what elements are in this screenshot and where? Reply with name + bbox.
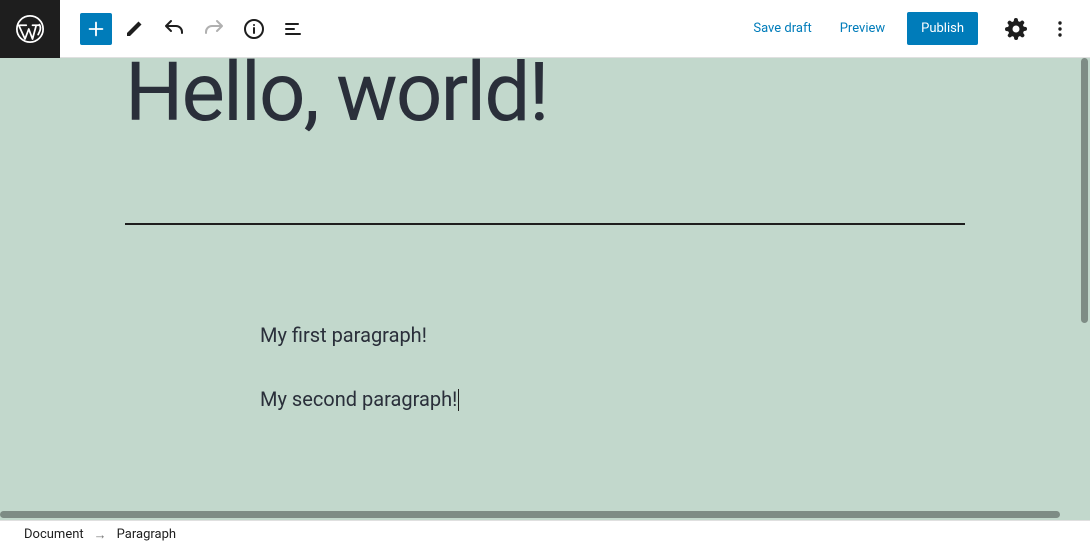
details-button[interactable]	[236, 11, 272, 47]
toolbar-right-group: Save draft Preview Publish	[743, 11, 1078, 47]
vertical-scrollbar[interactable]	[1081, 58, 1088, 520]
tools-button[interactable]	[116, 11, 152, 47]
undo-button[interactable]	[156, 11, 192, 47]
paragraph-text: My first paragraph!	[260, 323, 427, 347]
redo-icon	[202, 17, 226, 41]
vertical-scrollbar-thumb[interactable]	[1081, 58, 1088, 323]
settings-button[interactable]	[998, 11, 1034, 47]
block-breadcrumb: Document → Paragraph	[0, 520, 1090, 548]
text-cursor	[458, 389, 459, 411]
paragraph-block[interactable]: My first paragraph!	[260, 323, 427, 347]
paragraph-block[interactable]: My second paragraph!	[260, 387, 459, 411]
editor-toolbar: Save draft Preview Publish	[0, 0, 1090, 58]
horizontal-scrollbar-thumb[interactable]	[0, 511, 1060, 518]
publish-button[interactable]: Publish	[907, 12, 978, 45]
save-draft-button[interactable]: Save draft	[743, 13, 821, 44]
wordpress-icon	[15, 14, 45, 44]
gear-icon	[1004, 17, 1028, 41]
toolbar-left-group	[60, 11, 312, 47]
add-block-button[interactable]	[80, 13, 112, 45]
chevron-right-icon: →	[94, 527, 107, 543]
breadcrumb-root[interactable]: Document	[24, 527, 84, 542]
pencil-icon	[122, 17, 146, 41]
list-view-icon	[282, 17, 306, 41]
more-vertical-icon	[1048, 17, 1072, 41]
paragraph-text: My second paragraph!	[260, 387, 457, 411]
separator-block[interactable]	[125, 223, 965, 225]
preview-button[interactable]: Preview	[830, 13, 895, 44]
outline-button[interactable]	[276, 11, 312, 47]
info-icon	[242, 17, 266, 41]
plus-icon	[85, 18, 107, 40]
breadcrumb-current[interactable]: Paragraph	[117, 527, 176, 542]
options-button[interactable]	[1042, 11, 1078, 47]
editor-canvas[interactable]: Hello, world! My first paragraph! My sec…	[0, 58, 1090, 520]
redo-button[interactable]	[196, 11, 232, 47]
wordpress-logo-button[interactable]	[0, 0, 60, 58]
post-title[interactable]: Hello, world!	[125, 58, 965, 138]
horizontal-scrollbar[interactable]	[0, 511, 1090, 518]
undo-icon	[162, 17, 186, 41]
